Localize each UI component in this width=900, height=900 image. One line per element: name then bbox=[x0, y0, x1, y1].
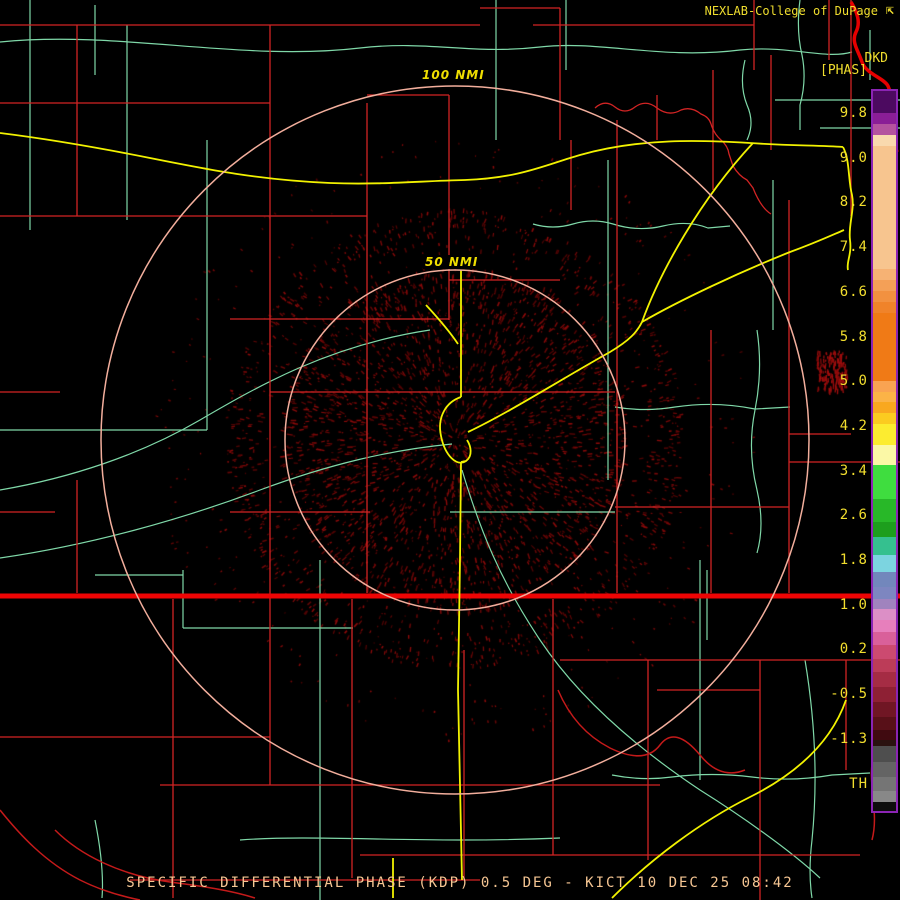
scale-color-segment bbox=[873, 302, 896, 313]
scale-color-segment bbox=[873, 424, 896, 445]
scale-color-segment bbox=[873, 280, 896, 291]
scale-color-segment bbox=[873, 392, 896, 402]
color-scale-bar bbox=[871, 89, 898, 813]
scale-color-segment bbox=[873, 413, 896, 424]
scale-color-segment bbox=[873, 402, 896, 413]
scale-color-segment bbox=[873, 746, 896, 762]
scale-color-segment bbox=[873, 802, 896, 811]
scale-color-segment bbox=[873, 791, 896, 802]
scale-color-segment bbox=[873, 313, 896, 381]
scale-color-segment bbox=[873, 124, 896, 135]
scale-color-segment bbox=[873, 632, 896, 645]
product-caption: SPECIFIC DIFFERENTIAL PHASE (KDP) 0.5 DE… bbox=[126, 875, 794, 891]
scale-color-segment bbox=[873, 672, 896, 687]
river-lines-red bbox=[0, 659, 881, 900]
scale-color-segment bbox=[873, 609, 896, 620]
scale-color-segment bbox=[873, 599, 896, 609]
scale-color-segment bbox=[873, 555, 896, 572]
scale-color-segment bbox=[873, 587, 896, 599]
scale-color-segment bbox=[873, 687, 896, 702]
radar-id-label: DKD bbox=[864, 51, 888, 66]
range-ring-50nmi bbox=[284, 269, 626, 611]
scale-color-segment bbox=[873, 499, 896, 522]
scale-color-segment bbox=[873, 91, 896, 113]
scale-color-segment bbox=[873, 465, 896, 499]
scale-color-segment bbox=[873, 135, 896, 146]
scale-color-segment bbox=[873, 381, 896, 392]
scale-color-segment bbox=[873, 702, 896, 717]
range-ring-label-50nmi: 50 NMI bbox=[423, 255, 481, 269]
scale-color-segment bbox=[873, 522, 896, 537]
scale-color-segment bbox=[873, 620, 896, 632]
highway-lines-yellow bbox=[0, 132, 854, 899]
scale-color-segment bbox=[873, 717, 896, 730]
scale-color-segment bbox=[873, 269, 896, 280]
scale-color-segment bbox=[873, 291, 896, 302]
scale-color-segment bbox=[873, 777, 896, 791]
radar-display: 9.8 9.0 8.2 7.4 6.6 5.8 5.0 4.2 3.4 2.6 1.8 1.0 0.2-… bbox=[0, 0, 900, 900]
scale-color-segment bbox=[873, 445, 896, 465]
scale-color-segment bbox=[873, 730, 896, 740]
scale-color-segment bbox=[873, 572, 896, 587]
scale-color-segment bbox=[873, 537, 896, 555]
scale-color-segment bbox=[873, 645, 896, 659]
range-ring-label-100nmi: 100 NMI bbox=[420, 68, 487, 82]
county-lines-teal bbox=[0, 0, 900, 900]
basemap bbox=[0, 0, 900, 900]
site-credit: NEXLAB-College of DuPage bbox=[704, 4, 878, 18]
dupage-logo-icon: ⇱ bbox=[886, 3, 894, 18]
product-tag-label: [PHAS] bbox=[820, 63, 867, 78]
scale-color-segment bbox=[873, 113, 896, 124]
county-lines-red bbox=[0, 0, 900, 900]
scale-color-segment bbox=[873, 659, 896, 672]
scale-color-segment bbox=[873, 762, 896, 777]
scale-color-segment bbox=[873, 146, 896, 269]
